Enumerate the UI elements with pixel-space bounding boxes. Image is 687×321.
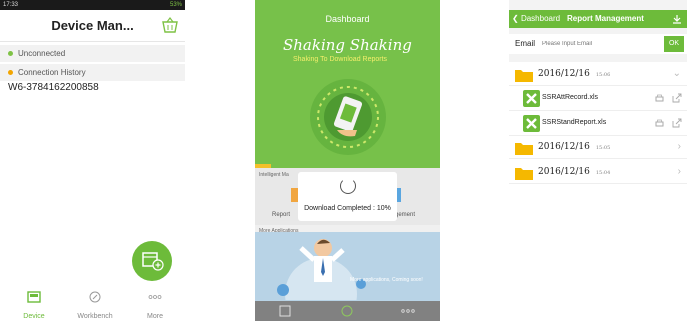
- print-icon[interactable]: [655, 94, 664, 103]
- ok-button[interactable]: OK: [664, 36, 684, 52]
- folder-time: 15:06: [595, 72, 611, 78]
- file-name: SSRStandReport.xls: [542, 119, 607, 126]
- device-management-screen: 17:33 53% Device Man... Unconnected Conn…: [0, 0, 185, 321]
- shake-phone-icon[interactable]: [307, 76, 389, 158]
- header: ❮ Dashboard Report Management: [509, 10, 687, 28]
- more-icon: [148, 295, 162, 299]
- page-title: Dashboard: [325, 14, 370, 24]
- status-dot-orange: [8, 70, 13, 75]
- tab-more[interactable]: More: [130, 287, 180, 321]
- device-list-item[interactable]: W6-3784162200858: [8, 82, 99, 93]
- excel-file-icon: [523, 90, 540, 107]
- file-name: SSRAttRecord.xls: [542, 94, 599, 101]
- chevron-down-icon[interactable]: ⌄: [673, 68, 681, 79]
- chevron-right-icon[interactable]: ›: [678, 141, 681, 152]
- folder-time: 15:04: [595, 170, 611, 176]
- folder-row[interactable]: 2016/12/16 15:04 ›: [509, 162, 687, 184]
- management-label[interactable]: gement: [395, 212, 415, 218]
- report-list: 2016/12/16 15:06 ⌄ SSRAttRecord.xls SSRSt…: [509, 62, 687, 321]
- tab-label: Device: [23, 313, 45, 320]
- tab-bar: Device Workbench More: [0, 287, 185, 321]
- folder-date: 2016/12/16 15:06: [538, 69, 611, 79]
- tab-device[interactable]: Device: [9, 287, 59, 321]
- folder-time: 15:05: [595, 145, 611, 151]
- workbench-icon[interactable]: [341, 305, 353, 317]
- banner-title: Shaking Shaking: [283, 36, 412, 54]
- tab-label: More: [147, 313, 163, 320]
- more-icon[interactable]: [401, 307, 415, 315]
- report-label[interactable]: Report: [272, 212, 290, 218]
- tab-workbench[interactable]: Workbench: [70, 287, 120, 321]
- back-label: Dashboard: [520, 14, 561, 23]
- dashboard-screen: Dashboard Shaking Shaking Shaking To Dow…: [255, 0, 440, 321]
- loading-spinner-icon: [340, 178, 356, 194]
- report-management-screen: ❮ Dashboard Report Management Email OK 2…: [509, 0, 687, 321]
- status-bar: 17:33 53%: [0, 0, 185, 10]
- group-label: Unconnected: [18, 49, 66, 58]
- add-device-button[interactable]: [132, 241, 172, 281]
- coming-soon-text: More applications, Coming soon!: [350, 277, 423, 283]
- status-dot-green: [8, 51, 13, 56]
- header: Device Man...: [0, 10, 185, 42]
- device-icon[interactable]: [279, 305, 291, 317]
- tab-bar: [255, 301, 440, 321]
- folder-icon: [515, 70, 533, 82]
- folder-icon: [515, 168, 533, 180]
- group-connection-history[interactable]: Connection History: [0, 64, 185, 81]
- share-icon[interactable]: [672, 93, 682, 103]
- page-title: Device Man...: [51, 18, 134, 33]
- folder-row[interactable]: 2016/12/16 15:06 ⌄: [509, 64, 687, 86]
- banner-subtitle: Shaking To Download Reports: [293, 56, 388, 63]
- section-title: Intelligent Ma: [259, 172, 289, 178]
- file-row[interactable]: SSRAttRecord.xls: [509, 87, 687, 111]
- folder-date: 2016/12/16 15:05: [538, 142, 611, 152]
- excel-file-icon: [523, 115, 540, 132]
- device-icon: [27, 291, 41, 303]
- group-label: Connection History: [18, 68, 86, 77]
- mascot-illustration: [277, 239, 366, 300]
- status-battery: 53%: [169, 2, 182, 8]
- email-row: Email OK: [509, 34, 687, 54]
- more-applications-banner: [255, 232, 440, 301]
- add-device-icon: [142, 252, 164, 271]
- group-unconnected[interactable]: Unconnected: [0, 45, 185, 62]
- download-progress-dialog: Download Completed : 10%: [298, 172, 397, 221]
- back-button[interactable]: ❮ Dashboard: [512, 10, 560, 28]
- share-icon[interactable]: [672, 118, 682, 128]
- folder-row[interactable]: 2016/12/16 15:05 ›: [509, 137, 687, 159]
- email-label: Email: [515, 39, 536, 48]
- chevron-left-icon: ❮: [512, 14, 519, 23]
- folder-icon: [515, 143, 533, 155]
- tab-label: Workbench: [77, 313, 113, 320]
- download-icon[interactable]: [672, 14, 682, 24]
- file-row[interactable]: SSRStandReport.xls: [509, 112, 687, 136]
- chevron-right-icon[interactable]: ›: [678, 166, 681, 177]
- page-title: Report Management: [567, 14, 644, 23]
- email-field[interactable]: [540, 36, 661, 52]
- status-time: 17:33: [3, 2, 19, 8]
- basket-icon[interactable]: [161, 17, 179, 33]
- shake-banner: Dashboard Shaking Shaking Shaking To Dow…: [255, 0, 440, 168]
- download-status-text: Download Completed : 10%: [304, 205, 391, 212]
- print-icon[interactable]: [655, 119, 664, 128]
- folder-date: 2016/12/16 15:04: [538, 167, 611, 177]
- workbench-icon: [89, 291, 101, 303]
